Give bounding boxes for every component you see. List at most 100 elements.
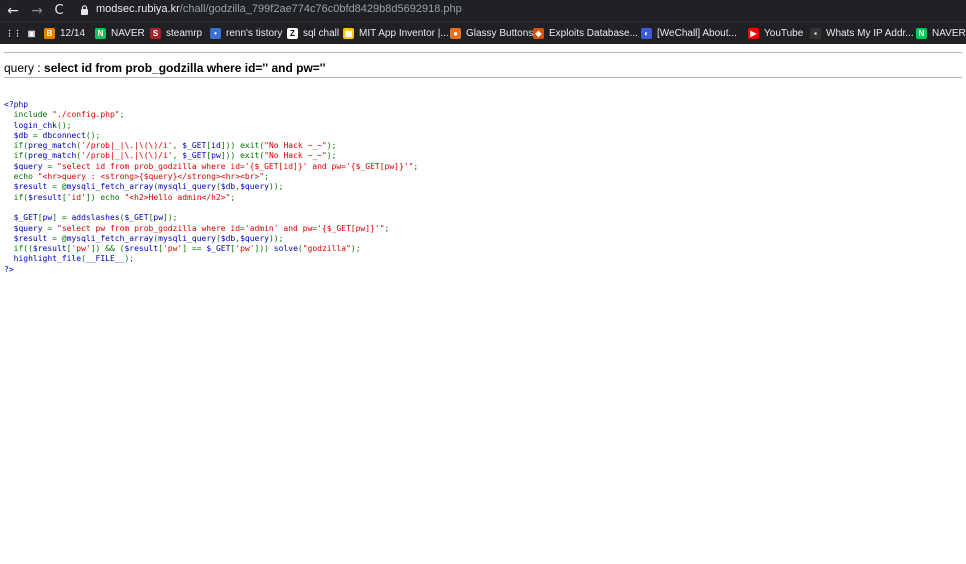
bookmark-item[interactable]: ⋮⋮ bbox=[5, 22, 24, 44]
source-token bbox=[4, 131, 14, 140]
source-token: if(( bbox=[4, 244, 33, 254]
source-line: if(($result['pw']) && ($result['pw'] == … bbox=[4, 244, 418, 254]
source-token: dbconnect bbox=[42, 130, 86, 140]
source-token: "No Hack ~_~" bbox=[264, 141, 327, 151]
blogger-icon: B bbox=[44, 27, 55, 39]
source-token: mysqli_fetch_array bbox=[66, 182, 154, 192]
tistory-icon: • bbox=[210, 27, 221, 39]
source-token: ; bbox=[119, 110, 125, 120]
source-token: $_GET bbox=[182, 141, 207, 151]
php-source: <?php include "./config.php"; login_chk(… bbox=[4, 100, 418, 275]
source-token: , bbox=[172, 141, 183, 151]
source-line: <?php bbox=[4, 100, 418, 110]
source-token: )); bbox=[268, 182, 284, 192]
source-token: mysqli_fetch_array bbox=[66, 233, 154, 243]
apps-grid-icon: ⋮⋮ bbox=[5, 27, 22, 39]
wechall-icon: ◐ bbox=[641, 27, 652, 39]
steamrp-icon: S bbox=[150, 27, 161, 39]
source-line: $result = @mysqli_fetch_array(mysqli_que… bbox=[4, 182, 418, 192]
bookmark-item[interactable]: ▶ YouTube bbox=[748, 22, 803, 44]
bookmark-item[interactable]: ▪ Whats My IP Addr... bbox=[810, 22, 914, 44]
bookmark-item[interactable]: ◐ [WeChall] About... bbox=[641, 22, 737, 44]
source-line: $result = @mysqli_fetch_array(mysqli_que… bbox=[4, 234, 418, 244]
source-token: id bbox=[211, 141, 221, 151]
source-token: echo bbox=[13, 172, 38, 182]
bookmark-item[interactable]: ▦ MIT App Inventor |... bbox=[343, 22, 449, 44]
source-token: ); bbox=[124, 254, 135, 264]
youtube-icon: ▶ bbox=[748, 27, 759, 39]
source-token: $db bbox=[220, 233, 236, 243]
source-token: ); bbox=[326, 141, 337, 151]
source-token: pw bbox=[153, 213, 164, 223]
bookmark-item[interactable]: ◆ Exploits Database... bbox=[533, 22, 638, 44]
source-token: '/prob|_|\.|\(\)/i' bbox=[81, 151, 173, 161]
source-token: "select id from prob_godzilla where id='… bbox=[57, 161, 414, 171]
source-token: pw bbox=[42, 213, 53, 223]
bookmark-item[interactable]: ▣ bbox=[26, 22, 42, 44]
forward-arrow-icon[interactable]: → bbox=[28, 0, 46, 21]
source-token: ); bbox=[326, 151, 337, 161]
source-token: $query bbox=[13, 223, 48, 233]
source-token bbox=[4, 121, 14, 130]
source-token: (); bbox=[57, 120, 72, 130]
source-token: ])) exit( bbox=[220, 151, 265, 161]
source-token: ])) exit( bbox=[220, 141, 265, 151]
source-line: if(preg_match('/prob|_|\.|\(\)/i', $_GET… bbox=[4, 141, 418, 151]
doc-icon: ▣ bbox=[26, 27, 37, 39]
source-token: = bbox=[32, 130, 43, 140]
source-token: = bbox=[47, 223, 57, 233]
source-token bbox=[4, 213, 14, 222]
url-path: /chall/godzilla_799f2ae774c76c0bfd8429b8… bbox=[179, 3, 462, 15]
source-token: ?> bbox=[4, 264, 14, 274]
back-arrow-icon[interactable]: ← bbox=[4, 0, 22, 21]
reload-icon[interactable]: C bbox=[50, 0, 68, 21]
source-token: if( bbox=[4, 192, 29, 202]
lock-icon bbox=[81, 5, 88, 15]
bookmark-label: Whats My IP Addr... bbox=[826, 27, 914, 39]
bookmark-item[interactable]: N NAVER bbox=[916, 22, 966, 44]
source-token: ; bbox=[384, 223, 390, 233]
address-bar[interactable]: modsec.rubiya.kr/chall/godzilla_799f2ae7… bbox=[96, 3, 462, 15]
source-token: $_GET bbox=[124, 213, 149, 223]
source-token: $_GET bbox=[13, 213, 38, 223]
source-token: , bbox=[172, 151, 183, 161]
bookmark-label: [WeChall] About... bbox=[657, 27, 737, 39]
bookmarks-bar: ⋮⋮ ▣ B 12/14 N NAVER Ssteamrp • renn's tistory Zs… bbox=[0, 21, 966, 44]
url-host: modsec.rubiya.kr bbox=[96, 3, 180, 15]
bookmark-item[interactable]: Zsql chall bbox=[287, 22, 339, 44]
bookmark-item[interactable]: B 12/14 bbox=[44, 22, 85, 44]
source-token bbox=[4, 182, 14, 191]
bookmark-item[interactable]: Ssteamrp bbox=[150, 22, 202, 44]
source-token: = @ bbox=[52, 233, 67, 243]
source-token: "No Hack ~_~" bbox=[264, 151, 327, 161]
source-token: "<h2>Hello admin</h2>" bbox=[124, 192, 231, 202]
bookmark-item[interactable]: • renn's tistory bbox=[210, 22, 282, 44]
source-token: $result bbox=[13, 233, 53, 243]
source-token: mysqli_query bbox=[158, 233, 216, 243]
exploitdb-icon: ◆ bbox=[533, 27, 544, 39]
source-token: if( bbox=[4, 151, 29, 161]
source-token: $result bbox=[32, 244, 67, 254]
bookmark-label: YouTube bbox=[764, 27, 804, 39]
bookmark-label: NAVER bbox=[111, 27, 145, 39]
bookmark-label: Exploits Database... bbox=[549, 27, 638, 39]
bookmark-item[interactable]: N NAVER bbox=[95, 22, 145, 44]
source-token: <?php bbox=[4, 100, 29, 109]
bookmark-item[interactable]: ● Glassy Buttons bbox=[450, 22, 533, 44]
source-token: ] == bbox=[182, 244, 207, 254]
source-token: "<hr>query : <strong>{$query}</strong><h… bbox=[37, 172, 265, 182]
query-sql: select id from prob_godzilla where id=''… bbox=[44, 61, 326, 75]
source-token: (); bbox=[85, 130, 101, 140]
source-token: ]) bbox=[85, 192, 101, 202]
source-line: if($result['id']) echo "<h2>Hello admin<… bbox=[4, 193, 418, 203]
source-line: echo "<hr>query : <strong>{$query}</stro… bbox=[4, 172, 418, 182]
source-token: mysqli_query bbox=[158, 182, 216, 192]
source-line: ?> bbox=[4, 265, 418, 275]
source-line: $db = dbconnect(); bbox=[4, 131, 418, 141]
source-token: $db bbox=[13, 130, 33, 140]
source-token: "godzilla" bbox=[302, 244, 351, 254]
source-token: if( bbox=[4, 141, 29, 151]
browser-toolbar: ← → C modsec.rubiya.kr/chall/godzilla_79… bbox=[0, 0, 966, 21]
source-token: "select pw from prob_godzilla where id='… bbox=[57, 223, 385, 233]
source-token: 'pw' bbox=[235, 244, 255, 254]
